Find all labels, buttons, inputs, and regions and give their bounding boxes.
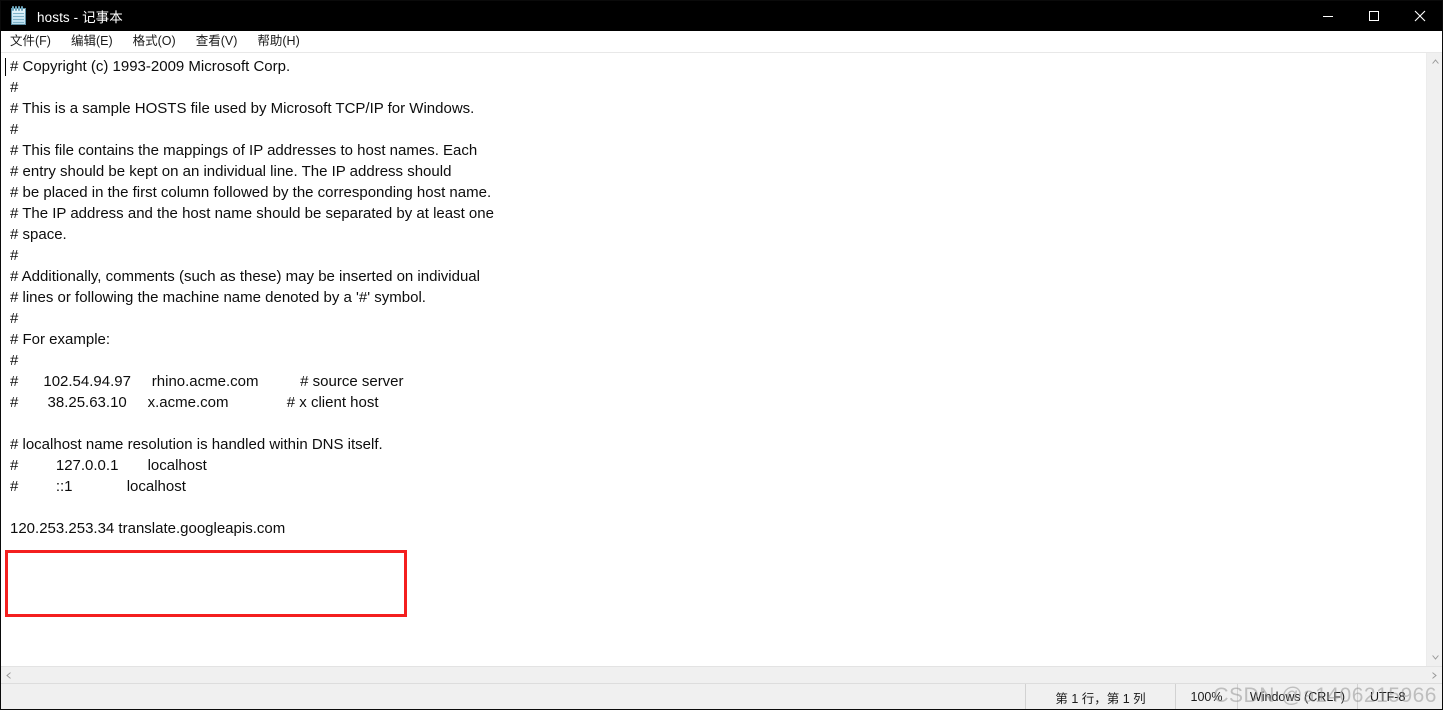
text-line: # 102.54.94.97 rhino.acme.com # source s… [10,373,404,390]
editor-region: # Copyright (c) 1993-2009 Microsoft Corp… [0,53,1443,666]
text-line [5,497,1426,518]
text-editor[interactable]: # Copyright (c) 1993-2009 Microsoft Corp… [0,53,1426,666]
minimize-button[interactable] [1305,0,1351,31]
text-caret [5,58,6,76]
notepad-icon [9,5,28,26]
text-line [5,581,1426,602]
menu-item-view[interactable]: 查看(V) [196,31,248,52]
title-bar[interactable]: hosts - 记事本 [0,0,1443,31]
notepad-window: hosts - 记事本 文件(F) 编辑(E) 格式(O) 查看(V) 帮助(H… [0,0,1443,710]
horizontal-scrollbar[interactable] [0,666,1443,683]
text-line: # This file contains the mappings of IP … [10,142,478,159]
menu-item-file[interactable]: 文件(F) [10,31,61,52]
vertical-scrollbar[interactable] [1426,53,1443,666]
text-line: 120.253.253.34 translate.googleapis.com [10,520,286,537]
menu-item-format[interactable]: 格式(O) [133,31,186,52]
window-title: hosts - 记事本 [37,9,123,25]
text-line: # [10,121,19,138]
text-line: # For example: [10,331,111,348]
text-line: # The IP address and the host name shoul… [10,205,494,222]
scroll-right-arrow-icon[interactable] [1426,667,1443,684]
text-line: # localhost name resolution is handled w… [10,436,383,453]
text-line [5,560,1426,581]
status-line-column: 第 1 行，第 1 列 [1025,684,1175,710]
scroll-left-arrow-icon[interactable] [0,667,17,684]
scroll-down-arrow-icon[interactable] [1427,649,1443,666]
close-button[interactable] [1397,0,1443,31]
text-line [5,602,1426,623]
text-line: # [10,79,19,96]
menu-bar: 文件(F) 编辑(E) 格式(O) 查看(V) 帮助(H) [0,31,1443,53]
text-line [5,413,1426,434]
status-encoding[interactable]: UTF-8 [1357,684,1443,710]
text-line: # 38.25.63.10 x.acme.com # x client host [10,394,379,411]
menu-item-edit[interactable]: 编辑(E) [71,31,123,52]
maximize-button[interactable] [1351,0,1397,31]
text-line: # space. [10,226,67,243]
text-line: # 127.0.0.1 localhost [10,457,207,474]
text-line: # entry should be kept on an individual … [10,163,452,180]
text-line [5,539,1426,560]
text-lines: # Copyright (c) 1993-2009 Microsoft Corp… [5,56,1426,644]
text-line: # [10,247,19,264]
text-line [5,623,1426,644]
window-controls [1305,0,1443,31]
text-line: # Additionally, comments (such as these)… [10,268,480,285]
text-line: # [10,352,19,369]
title-bar-left: hosts - 记事本 [0,5,123,26]
text-line: # be placed in the first column followed… [10,184,492,201]
text-line: # lines or following the machine name de… [10,289,426,306]
status-zoom-level[interactable]: 100% [1175,684,1237,710]
text-line: # Copyright (c) 1993-2009 Microsoft Corp… [10,58,291,75]
status-bar: 第 1 行，第 1 列 100% Windows (CRLF) UTF-8 CS… [0,683,1443,710]
status-line-ending[interactable]: Windows (CRLF) [1237,684,1357,710]
scroll-up-arrow-icon[interactable] [1427,53,1443,70]
menu-item-help[interactable]: 帮助(H) [257,31,309,52]
text-line: # ::1 localhost [10,478,186,495]
text-line: # This is a sample HOSTS file used by Mi… [10,100,475,117]
text-line: # [10,310,19,327]
